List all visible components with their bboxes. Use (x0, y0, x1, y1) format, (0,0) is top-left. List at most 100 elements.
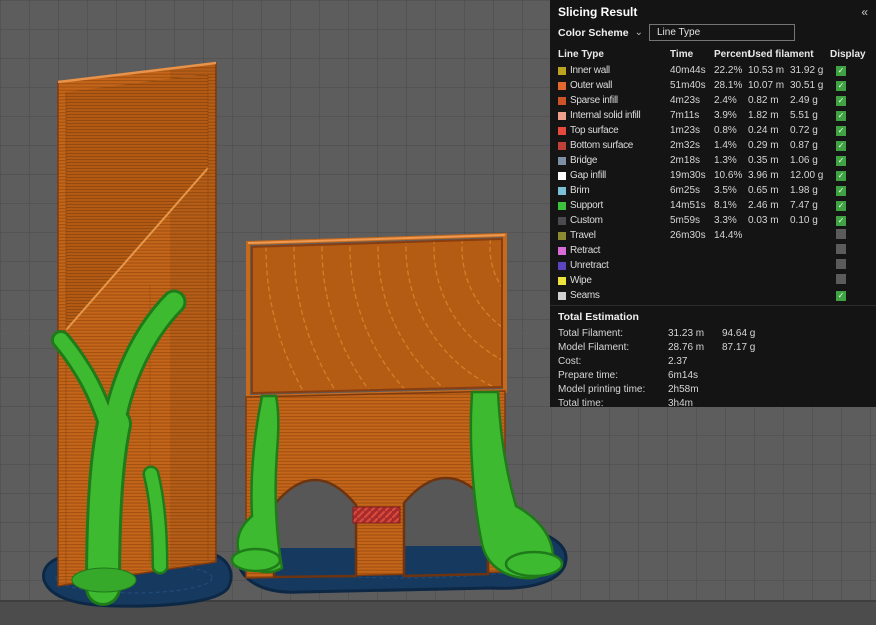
line-type-color-swatch (558, 291, 566, 300)
display-checkbox[interactable]: ✓ (836, 111, 846, 121)
column-header-line-type: Line Type (558, 49, 604, 60)
estimation-row: Total time: 3h4m (550, 396, 876, 408)
estimation-label: Total Filament: (558, 327, 624, 339)
line-type-label: Internal solid infill (570, 110, 641, 121)
chevron-down-icon: ⌄ (634, 26, 643, 38)
display-checkbox[interactable]: ✓ (836, 201, 846, 211)
display-cell (830, 229, 870, 242)
line-type-row: Gap infill 19m30s 10.6% 3.96 m 12.00 g ✓ (550, 168, 876, 183)
filament-meters-value: 0.24 m (748, 125, 779, 136)
line-type-label: Gap infill (570, 170, 606, 181)
column-header-display: Display (830, 49, 866, 60)
filament-grams-value: 0.10 g (790, 215, 818, 226)
display-cell: ✓ (830, 215, 870, 226)
model-tall-tower[interactable] (57, 61, 217, 587)
estimation-label: Model printing time: (558, 383, 646, 395)
display-checkbox[interactable]: ✓ (836, 96, 846, 106)
total-estimation-title: Total Estimation (550, 305, 876, 326)
color-scheme-value: Line Type (657, 27, 701, 38)
line-type-label: Support (570, 200, 603, 211)
line-type-row: Sparse infill 4m23s 2.4% 0.82 m 2.49 g ✓ (550, 93, 876, 108)
line-type-row: Brim 6m25s 3.5% 0.65 m 1.98 g ✓ (550, 183, 876, 198)
estimation-row: Cost: 2.37 (550, 354, 876, 368)
table-header: Line Type Time Percent Used filament Dis… (550, 46, 876, 63)
line-type-color-swatch (558, 66, 566, 75)
display-checkbox[interactable] (836, 274, 846, 284)
color-scheme-dropdown[interactable]: Line Type (649, 24, 795, 41)
line-type-row: Seams ✓ (550, 288, 876, 303)
line-type-label: Brim (570, 185, 590, 196)
display-checkbox[interactable] (836, 244, 846, 254)
estimation-label: Total time: (558, 397, 604, 408)
line-type-label: Custom (570, 215, 603, 226)
display-cell (830, 274, 870, 287)
line-type-color-swatch (558, 156, 566, 165)
column-header-time: Time (670, 49, 694, 60)
filament-grams-value: 5.51 g (790, 110, 818, 121)
display-checkbox[interactable]: ✓ (836, 216, 846, 226)
line-type-color-swatch (558, 186, 566, 195)
display-checkbox[interactable]: ✓ (836, 171, 846, 181)
line-type-label: Outer wall (570, 80, 613, 91)
line-type-color-swatch (558, 171, 566, 180)
estimation-value-primary: 2h58m (668, 383, 699, 395)
percent-value: 3.5% (714, 185, 737, 196)
collapse-panel-icon[interactable]: « (861, 5, 868, 19)
line-type-label: Unretract (570, 260, 609, 271)
percent-value: 1.4% (714, 140, 737, 151)
estimation-value-secondary: 87.17 g (722, 341, 756, 353)
estimation-row: Prepare time: 6m14s (550, 368, 876, 382)
display-cell (830, 259, 870, 272)
percent-value: 8.1% (714, 200, 737, 211)
time-value: 40m44s (670, 65, 706, 76)
display-checkbox[interactable]: ✓ (836, 126, 846, 136)
line-type-color-swatch (558, 111, 566, 120)
filament-meters-value: 0.35 m (748, 155, 779, 166)
panel-header: Slicing Result « (550, 0, 876, 22)
estimation-value-primary: 2.37 (668, 355, 688, 367)
display-cell: ✓ (830, 65, 870, 76)
display-checkbox[interactable]: ✓ (836, 156, 846, 166)
display-cell (830, 244, 870, 257)
display-checkbox[interactable]: ✓ (836, 141, 846, 151)
estimation-label: Prepare time: (558, 369, 619, 381)
color-scheme-row: Color Scheme ⌄ Line Type (550, 22, 876, 46)
estimation-row: Total Filament: 31.23 m 94.64 g (550, 326, 876, 340)
filament-meters-value: 10.53 m (748, 65, 785, 76)
percent-value: 0.8% (714, 125, 737, 136)
panel-title: Slicing Result (558, 5, 638, 19)
display-checkbox[interactable] (836, 259, 846, 269)
display-cell: ✓ (830, 290, 870, 301)
display-checkbox[interactable]: ✓ (836, 291, 846, 301)
display-cell: ✓ (830, 110, 870, 121)
filament-meters-value: 0.82 m (748, 95, 779, 106)
display-checkbox[interactable]: ✓ (836, 186, 846, 196)
line-type-row: Travel 26m30s 14.4% (550, 228, 876, 243)
line-type-label: Retract (570, 245, 601, 256)
time-value: 26m30s (670, 230, 706, 241)
estimation-value-primary: 6m14s (668, 369, 699, 381)
display-checkbox[interactable] (836, 229, 846, 239)
line-type-row: Outer wall 51m40s 28.1% 10.07 m 30.51 g ✓ (550, 78, 876, 93)
percent-value: 3.9% (714, 110, 737, 121)
percent-value: 14.4% (714, 230, 743, 241)
time-value: 14m51s (670, 200, 706, 211)
percent-value: 10.6% (714, 170, 743, 181)
display-cell: ✓ (830, 95, 870, 106)
time-value: 1m23s (670, 125, 701, 136)
line-type-label: Top surface (570, 125, 619, 136)
display-checkbox[interactable]: ✓ (836, 66, 846, 76)
display-cell: ✓ (830, 200, 870, 211)
display-checkbox[interactable]: ✓ (836, 81, 846, 91)
line-type-color-swatch (558, 201, 566, 210)
estimation-row: Model Filament: 28.76 m 87.17 g (550, 340, 876, 354)
line-type-row: Bridge 2m18s 1.3% 0.35 m 1.06 g ✓ (550, 153, 876, 168)
column-header-used-filament: Used filament (748, 49, 814, 60)
time-value: 2m18s (670, 155, 701, 166)
filament-meters-value: 10.07 m (748, 80, 785, 91)
line-type-row: Bottom surface 2m32s 1.4% 0.29 m 0.87 g ✓ (550, 138, 876, 153)
percent-value: 2.4% (714, 95, 737, 106)
bridge-highlight-red (352, 506, 401, 524)
time-value: 2m32s (670, 140, 701, 151)
estimation-value-secondary: 94.64 g (722, 327, 756, 339)
